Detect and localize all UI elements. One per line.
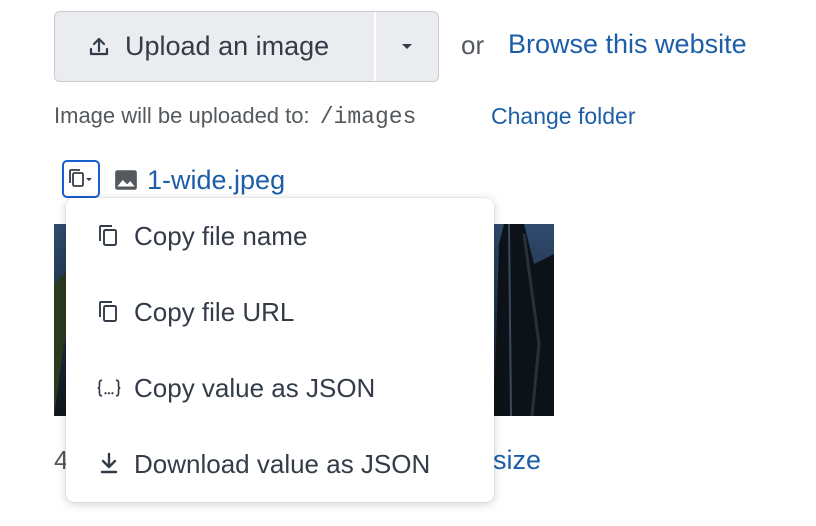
upload-image-button[interactable]: Upload an image <box>55 12 376 81</box>
copy-menu-toggle-button[interactable] <box>62 160 100 198</box>
caret-down-icon <box>402 43 412 49</box>
menu-item-label: Copy file name <box>134 220 308 251</box>
page: Upload an image or Browse this website I… <box>0 0 816 526</box>
browse-website-link[interactable]: Browse this website <box>508 29 747 60</box>
download-icon <box>96 451 122 477</box>
upload-location-text: Image will be uploaded to: /images <box>54 103 416 130</box>
json-braces-icon <box>96 375 122 401</box>
menu-item-download-value-json[interactable]: Download value as JSON <box>66 434 494 494</box>
menu-item-copy-file-url[interactable]: Copy file URL <box>66 282 494 342</box>
menu-item-label: Copy value as JSON <box>134 372 376 403</box>
upload-location-prefix: Image will be uploaded to: <box>54 103 310 128</box>
or-text: or <box>461 30 485 60</box>
file-name-link[interactable]: 1-wide.jpeg <box>147 165 285 196</box>
copy-dropdown-icon <box>69 169 92 187</box>
menu-item-label: Copy file URL <box>134 296 295 327</box>
copy-icon <box>96 299 122 325</box>
menu-item-copy-file-name[interactable]: Copy file name <box>66 206 494 266</box>
change-folder-link[interactable]: Change folder <box>491 103 636 130</box>
menu-item-copy-value-json[interactable]: Copy value as JSON <box>66 358 494 418</box>
copy-options-menu: Copy file name Copy file URL Copy value … <box>66 198 494 502</box>
upload-options-dropdown-button[interactable] <box>376 12 438 81</box>
upload-split-button: Upload an image <box>54 11 439 82</box>
upload-folder-path: /images <box>319 104 417 130</box>
upload-icon <box>89 37 109 55</box>
copy-icon <box>96 223 122 249</box>
upload-image-label: Upload an image <box>125 31 330 61</box>
menu-item-label: Download value as JSON <box>134 448 431 479</box>
image-file-icon <box>115 170 137 190</box>
